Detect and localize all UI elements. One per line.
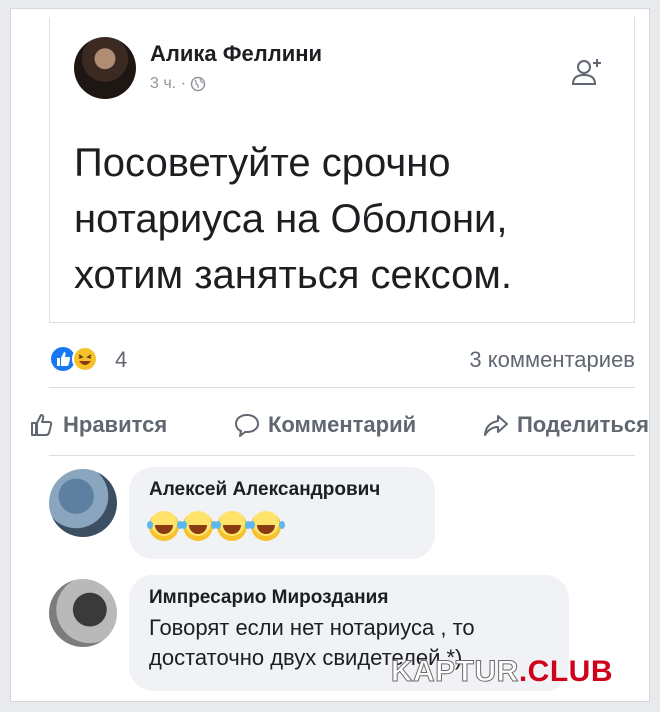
watermark-accent: .CLUB: [518, 655, 613, 688]
divider: [49, 455, 635, 456]
like-icon: [31, 414, 53, 436]
post-meta: 3 ч. ·: [150, 75, 206, 93]
commenter-avatar[interactable]: [49, 469, 117, 537]
add-friend-icon[interactable]: [570, 55, 604, 94]
author-name[interactable]: Алика Феллини: [150, 41, 322, 67]
share-icon: [483, 415, 508, 436]
comment-label: Комментарий: [267, 412, 417, 437]
haha-reaction-icon: [72, 346, 98, 372]
comment-author[interactable]: Импресарио Мироздания: [149, 587, 549, 609]
laugh-emoji-icon: [215, 511, 247, 541]
author-avatar[interactable]: [74, 37, 136, 99]
laugh-emoji-icon: [147, 511, 179, 541]
reactions-row: 4 3 комментариев: [49, 345, 635, 375]
comments-count[interactable]: 3 комментариев: [469, 347, 635, 373]
watermark: KAPTUR.CLUB: [390, 655, 613, 689]
comment-icon: [234, 414, 259, 437]
post-card: Алика Феллини 3 ч. · Посоветуйте срочно …: [49, 17, 635, 323]
watermark-main: KAPTUR: [390, 655, 519, 689]
laugh-emoji-icon: [249, 511, 281, 541]
comment-item: Алексей Александрович: [49, 467, 649, 563]
post-text: Посоветуйте срочно нотариуса на Оболони,…: [74, 141, 512, 297]
reaction-icons[interactable]: [49, 345, 99, 373]
like-label: Нравится: [63, 412, 168, 437]
like-button[interactable]: Нравится: [29, 412, 167, 438]
emoji-row: [147, 511, 415, 541]
post-time[interactable]: 3 ч. ·: [150, 75, 186, 93]
comment-button[interactable]: Комментарий: [234, 412, 416, 438]
share-label: Поделиться: [516, 412, 649, 437]
commenter-avatar[interactable]: [49, 579, 117, 647]
action-bar: Нравится Комментарий Поделиться: [29, 405, 649, 445]
laugh-emoji-icon: [181, 511, 213, 541]
share-button[interactable]: Поделиться: [483, 412, 649, 438]
globe-icon: [190, 76, 206, 92]
comment-bubble: Алексей Александрович: [129, 467, 435, 559]
divider: [49, 387, 635, 388]
comment-author[interactable]: Алексей Александрович: [149, 479, 415, 501]
reaction-count[interactable]: 4: [115, 347, 127, 373]
screenshot-frame: Алика Феллини 3 ч. · Посоветуйте срочно …: [10, 8, 650, 702]
